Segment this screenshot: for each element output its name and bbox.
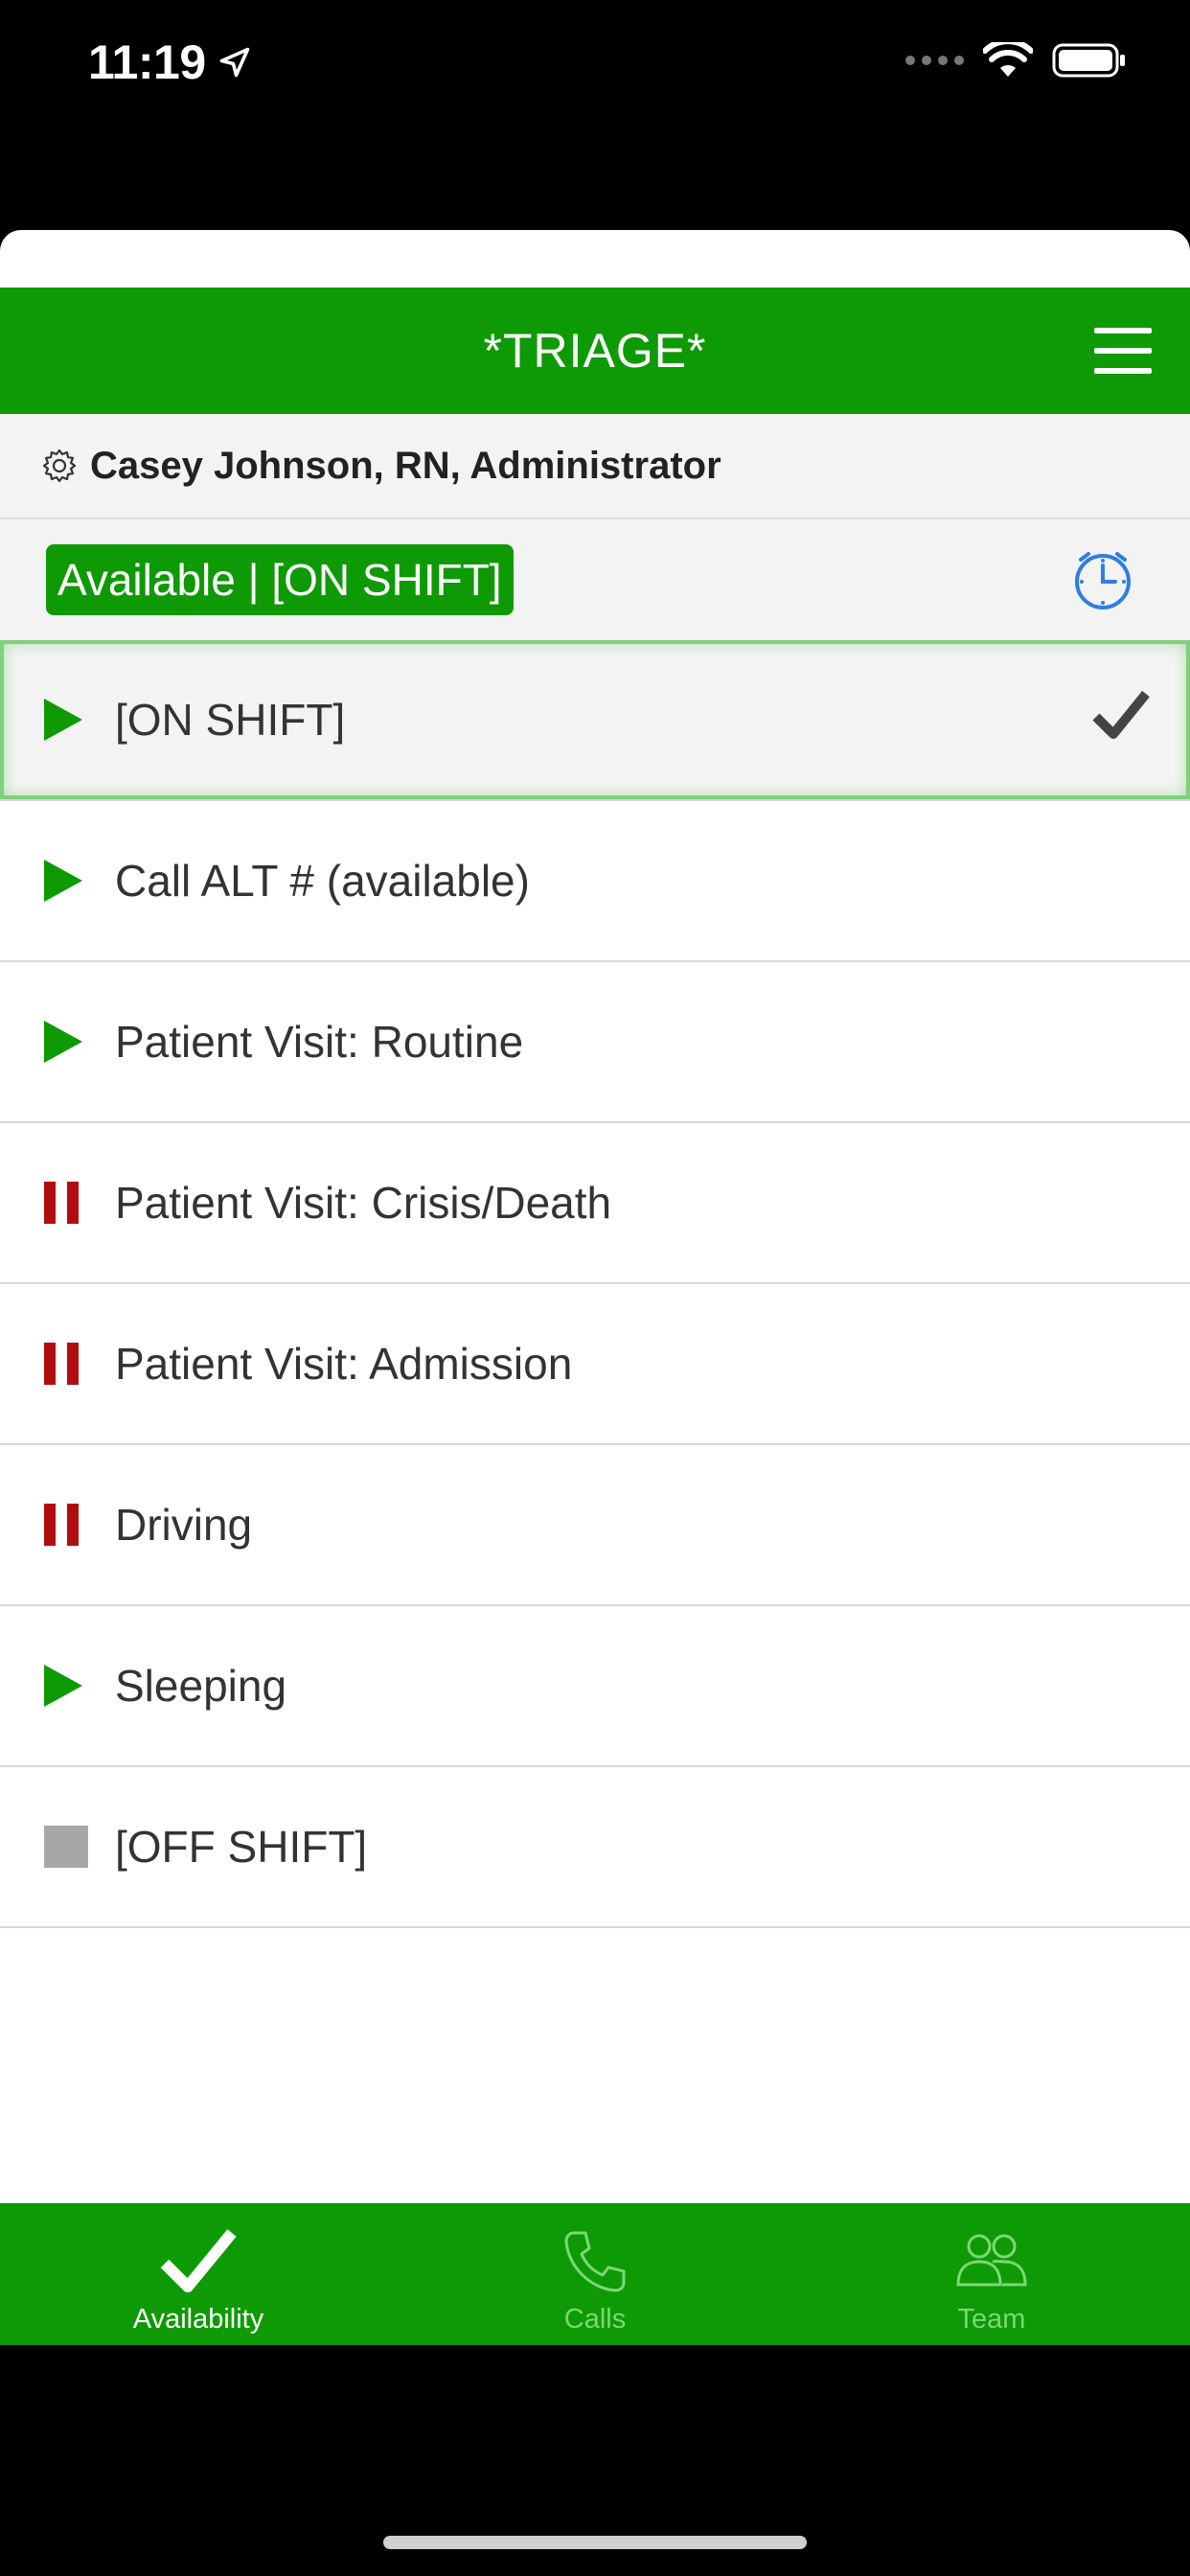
hamburger-menu-icon[interactable]	[1094, 328, 1152, 374]
list-item-label: Patient Visit: Admission	[115, 1339, 573, 1389]
list-item[interactable]: Sleeping	[0, 1606, 1190, 1767]
status-indicators	[905, 42, 1127, 79]
list-item-label: Call ALT # (available)	[115, 856, 530, 906]
play-icon	[44, 1665, 82, 1707]
tab-bar: Availability Calls Team	[0, 2203, 1190, 2345]
stop-icon	[44, 1826, 88, 1868]
tab-label: Availability	[132, 2304, 264, 2334]
list-item-label: Driving	[115, 1500, 253, 1550]
status-bar: 11:19	[0, 0, 1190, 125]
current-status-badge: Available | [ON SHIFT]	[46, 544, 514, 615]
tab-team[interactable]: Team	[793, 2203, 1190, 2345]
tab-label: Team	[957, 2304, 1026, 2334]
list-item[interactable]: [OFF SHIFT]	[0, 1767, 1190, 1928]
pause-icon	[44, 1343, 79, 1385]
home-indicator	[383, 2536, 807, 2549]
wifi-icon	[983, 42, 1033, 77]
play-icon	[44, 699, 82, 741]
gear-icon[interactable]	[40, 447, 79, 485]
list-item[interactable]: Driving	[0, 1445, 1190, 1606]
status-time-group: 11:19	[88, 34, 252, 90]
list-item[interactable]: Patient Visit: Admission	[0, 1284, 1190, 1445]
checkmark-icon	[160, 2229, 237, 2292]
status-time: 11:19	[88, 35, 206, 89]
pause-icon	[44, 1504, 79, 1546]
team-icon	[956, 2234, 1027, 2287]
availability-list: [ON SHIFT] Call ALT # (available) Patien…	[0, 640, 1190, 1928]
list-item-label: Patient Visit: Routine	[115, 1017, 524, 1067]
list-item-label: [ON SHIFT]	[115, 695, 346, 745]
availability-card: *TRIAGE* Casey Johnson, RN, Administrato…	[0, 230, 1190, 2344]
play-icon	[44, 1021, 82, 1063]
user-row[interactable]: Casey Johnson, RN, Administrator	[0, 414, 1190, 519]
location-arrow-icon	[219, 47, 249, 78]
app-header: *TRIAGE*	[0, 288, 1190, 414]
checkmark-icon	[1092, 690, 1150, 739]
list-item-label: [OFF SHIFT]	[115, 1822, 368, 1872]
list-item[interactable]: Patient Visit: Crisis/Death	[0, 1123, 1190, 1284]
battery-icon	[1052, 43, 1125, 78]
list-item-label: Patient Visit: Crisis/Death	[115, 1178, 612, 1228]
cellular-signal-icon	[905, 56, 964, 65]
user-name: Casey Johnson, RN, Administrator	[90, 444, 721, 487]
tab-availability[interactable]: Availability	[0, 2203, 397, 2345]
list-item[interactable]: Patient Visit: Routine	[0, 962, 1190, 1123]
tab-label: Calls	[563, 2304, 627, 2334]
list-item-label: Sleeping	[115, 1661, 287, 1711]
header-title: *TRIAGE*	[483, 324, 707, 378]
clock-icon[interactable]	[1071, 548, 1134, 611]
list-item[interactable]: Call ALT # (available)	[0, 801, 1190, 962]
phone-icon	[564, 2231, 626, 2292]
current-status-row: Available | [ON SHIFT]	[0, 519, 1190, 640]
tab-calls[interactable]: Calls	[397, 2203, 793, 2345]
pause-icon	[44, 1182, 79, 1224]
play-icon	[44, 860, 82, 902]
list-item[interactable]: [ON SHIFT]	[0, 640, 1190, 801]
